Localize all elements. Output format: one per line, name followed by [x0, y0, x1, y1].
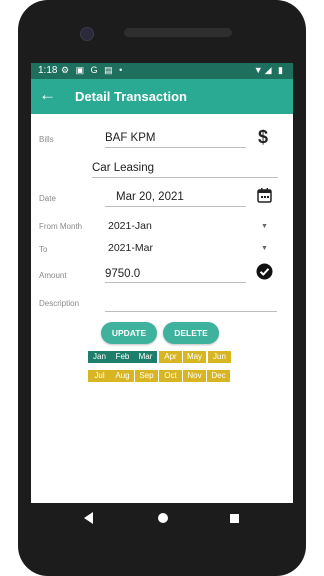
to-month-chevron-down-icon[interactable]: ▼	[261, 245, 268, 252]
month-cell-dec: Dec	[207, 370, 230, 382]
from-month-label: From Month	[39, 222, 83, 231]
system-nav-bar	[31, 503, 293, 534]
month-cell-jul: Jul	[88, 370, 111, 382]
bills-field[interactable]: BAF KPM	[105, 132, 155, 144]
to-label: To	[39, 245, 48, 254]
app-bar: ← Detail Transaction	[31, 79, 293, 114]
notification-icons: ⚙ ▣ G ▤ •	[61, 65, 125, 75]
month-cell-apr: Apr	[159, 351, 182, 363]
app-screen: 1:18 ⚙ ▣ G ▤ • ▼◢ ▮ ← Detail Transaction…	[31, 63, 293, 503]
month-cell-sep: Sep	[135, 370, 158, 382]
status-time: 1:18	[38, 65, 58, 76]
page-title: Detail Transaction	[75, 89, 187, 104]
nav-recent-apps-icon[interactable]	[230, 514, 239, 523]
bill-category-underline	[92, 177, 278, 178]
date-label: Date	[39, 194, 56, 203]
date-underline	[105, 206, 246, 207]
earpiece-speaker	[124, 28, 232, 37]
amount-field[interactable]: 9750.0	[105, 268, 140, 280]
bill-category-field[interactable]: Car Leasing	[92, 162, 154, 174]
bills-underline	[105, 147, 246, 148]
nav-back-icon[interactable]	[84, 512, 93, 524]
system-icons: ▼◢ ▮	[253, 65, 285, 75]
from-month-dropdown[interactable]: 2021-Jan	[108, 220, 152, 232]
front-camera	[80, 27, 94, 41]
update-button[interactable]: UPDATE	[101, 322, 157, 344]
date-field[interactable]: Mar 20, 2021	[116, 191, 184, 203]
bills-label: Bills	[39, 135, 54, 144]
description-label: Description	[39, 299, 80, 308]
month-cell-feb: Feb	[111, 351, 134, 363]
description-underline	[105, 311, 277, 312]
month-cell-mar: Mar	[134, 351, 157, 363]
month-cell-jan: Jan	[88, 351, 111, 363]
amount-label: Amount	[39, 271, 67, 280]
from-month-chevron-down-icon[interactable]: ▼	[261, 223, 268, 230]
check-circle-icon[interactable]	[256, 263, 273, 280]
status-bar: 1:18 ⚙ ▣ G ▤ • ▼◢ ▮	[31, 63, 293, 79]
to-month-dropdown[interactable]: 2021-Mar	[108, 242, 153, 254]
nav-home-icon[interactable]	[158, 513, 168, 523]
month-cell-oct: Oct	[159, 370, 182, 382]
month-cell-aug: Aug	[111, 370, 134, 382]
month-cell-nov: Nov	[183, 370, 206, 382]
calendar-icon[interactable]	[257, 187, 272, 203]
month-cell-may: May	[183, 351, 206, 363]
amount-underline	[105, 282, 246, 283]
dollar-icon[interactable]: $	[257, 127, 271, 147]
arrow-back-icon[interactable]: ←	[39, 85, 56, 105]
month-cell-jun: Jun	[208, 351, 231, 363]
delete-button[interactable]: DELETE	[163, 322, 219, 344]
svg-text:$: $	[258, 127, 268, 147]
